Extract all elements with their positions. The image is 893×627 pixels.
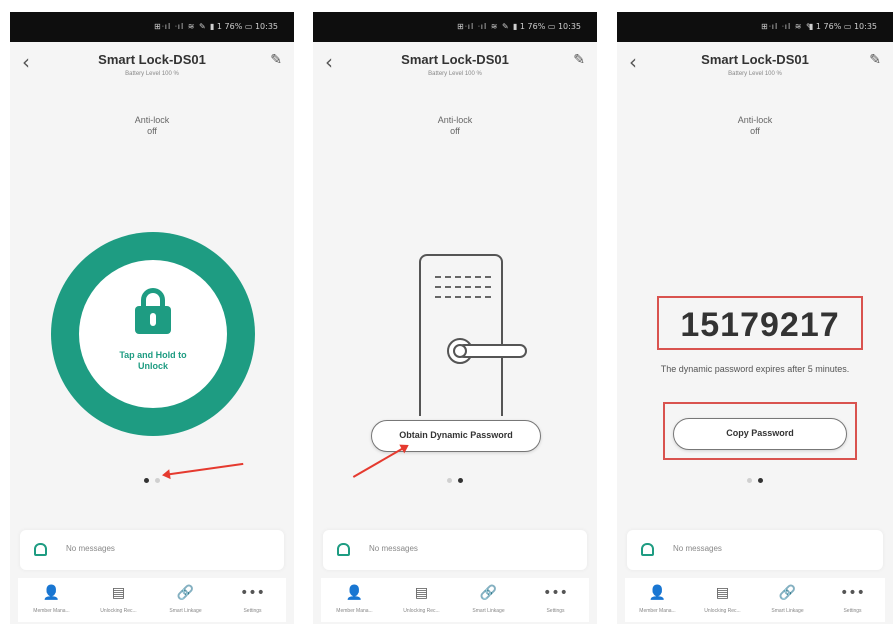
antilock-label: Anti-lock [437, 115, 473, 125]
unlock-button[interactable]: Tap and Hold to Unlock [79, 260, 227, 408]
phone-screen-obtain-password: ⊞ᐧıl ᐧıl ≋ ✎ ▮ 1 76% ▭ 10:35 ‹ Smart Loc… [313, 12, 597, 624]
message-text: No messages [66, 544, 115, 553]
lock-icon [135, 288, 171, 334]
tab-records[interactable]: ▤ Unlocking Rec... [690, 584, 755, 614]
handle-knob [453, 344, 467, 358]
antilock-status: Anti-lock off [313, 115, 597, 137]
page-dot[interactable] [144, 478, 149, 483]
tab-records[interactable]: ▤ Unlocking Rec... [85, 584, 152, 614]
more-icon: ••• [240, 585, 265, 601]
page-indicator[interactable] [313, 470, 597, 488]
header: ‹ Smart Lock-DS01 Battery Level 100 % ✎ [10, 42, 294, 86]
tab-member[interactable]: 👤 Member Mana... [18, 584, 85, 614]
antilock-status: Anti-lock off [10, 115, 294, 137]
message-text: No messages [369, 544, 418, 553]
phone-screen-unlock: ⊞ᐧıl ᐧıl ≋ ✎ ▮ 1 76% ▭ 10:35 ‹ Smart Loc… [10, 12, 294, 624]
battery-level: Battery Level 100 % [125, 71, 179, 77]
tab-settings[interactable]: ••• Settings [522, 584, 589, 614]
unlock-label: Tap and Hold to Unlock [119, 350, 187, 371]
tab-linkage[interactable]: 🔗 Smart Linkage [152, 584, 219, 614]
message-card[interactable]: No messages [323, 530, 587, 570]
antilock-value: off [147, 126, 157, 136]
signal-icon: ⊞ᐧıl ᐧıl ≋ ✎ [457, 22, 510, 31]
battery-level: Battery Level 100 % [428, 71, 482, 77]
link-icon: 🔗 [176, 585, 195, 601]
status-bar: ⊞ᐧıl ᐧıl ≋ ✎ ▮ 1 76% ▭ 10:35 [313, 12, 597, 42]
status-bar: ⊞ᐧıl ᐧıl ≋ ✎ ▮ 1 76% ▭ 10:35 [10, 12, 294, 42]
tab-bar: 👤 Member Mana... ▤ Unlocking Rec... 🔗 Smart… [625, 578, 885, 622]
antilock-label: Anti-lock [737, 115, 773, 125]
bell-icon [641, 543, 654, 556]
more-icon: ••• [543, 585, 568, 601]
signal-icon: ⊞ᐧıl ᐧıl ≋ ✎ [761, 22, 814, 31]
tab-linkage[interactable]: 🔗 Smart Linkage [755, 584, 820, 614]
tab-settings[interactable]: ••• Settings [219, 584, 286, 614]
tab-records[interactable]: ▤ Unlocking Rec... [388, 584, 455, 614]
page-dot[interactable] [747, 478, 752, 483]
page-indicator[interactable] [617, 470, 893, 488]
password-highlight-box: 15179217 [657, 296, 863, 350]
signal-icon: ⊞ᐧıl ᐧıl ≋ ✎ [154, 22, 207, 31]
document-icon: ▤ [715, 585, 730, 601]
battery-icon: ▮ 1 76% ▭ 10:35 [209, 22, 278, 31]
antilock-status: Anti-lock off [617, 115, 893, 137]
page-dot[interactable] [447, 478, 452, 483]
link-icon: 🔗 [778, 585, 797, 601]
edit-icon[interactable]: ✎ [573, 52, 585, 68]
tab-linkage[interactable]: 🔗 Smart Linkage [455, 584, 522, 614]
page-indicator[interactable] [10, 470, 294, 488]
page-title: Smart Lock-DS01 [401, 52, 509, 67]
obtain-dynamic-password-button[interactable]: Obtain Dynamic Password [371, 420, 541, 452]
page-title: Smart Lock-DS01 [98, 52, 206, 67]
door-handle-icon [457, 344, 527, 358]
tab-bar: 👤 Member Mana... ▤ Unlocking Rec... 🔗 Smart… [321, 578, 589, 622]
phone-screen-password-shown: ⊞ᐧıl ᐧıl ≋ ✎ ▮ 1 76% ▭ 10:35 ‹ Smart Loc… [617, 12, 893, 624]
message-card[interactable]: No messages [20, 530, 284, 570]
tab-settings[interactable]: ••• Settings [820, 584, 885, 614]
password-expiry-note: The dynamic password expires after 5 min… [660, 364, 850, 374]
tab-bar: 👤 Member Mana... ▤ Unlocking Rec... 🔗 Smart… [18, 578, 286, 622]
antilock-value: off [750, 126, 760, 136]
dynamic-password: 15179217 [680, 306, 840, 344]
keypad-lines [435, 276, 491, 306]
edit-icon[interactable]: ✎ [869, 52, 881, 68]
edit-icon[interactable]: ✎ [270, 52, 282, 68]
message-text: No messages [673, 544, 722, 553]
bell-icon [34, 543, 47, 556]
message-card[interactable]: No messages [627, 530, 883, 570]
door-illustration [419, 254, 527, 416]
person-icon: 👤 [345, 585, 364, 601]
antilock-value: off [450, 126, 460, 136]
battery-icon: ▮ 1 76% ▭ 10:35 [512, 22, 581, 31]
tab-member[interactable]: 👤 Member Mana... [321, 584, 388, 614]
tab-member[interactable]: 👤 Member Mana... [625, 584, 690, 614]
header: ‹ Smart Lock-DS01 Battery Level 100 % ✎ [313, 42, 597, 86]
document-icon: ▤ [111, 585, 126, 601]
page-dot[interactable] [758, 478, 763, 483]
antilock-label: Anti-lock [134, 115, 170, 125]
document-icon: ▤ [414, 585, 429, 601]
header: ‹ Smart Lock-DS01 Battery Level 100 % ✎ [617, 42, 893, 86]
link-icon: 🔗 [479, 585, 498, 601]
unlock-ring[interactable]: Tap and Hold to Unlock [51, 232, 255, 436]
person-icon: 👤 [42, 585, 61, 601]
bell-icon [337, 543, 350, 556]
page-dot[interactable] [458, 478, 463, 483]
person-icon: 👤 [648, 585, 667, 601]
more-icon: ••• [840, 585, 865, 601]
page-title: Smart Lock-DS01 [701, 52, 809, 67]
battery-level: Battery Level 100 % [728, 71, 782, 77]
battery-icon: ▮ 1 76% ▭ 10:35 [808, 22, 877, 31]
status-bar: ⊞ᐧıl ᐧıl ≋ ✎ ▮ 1 76% ▭ 10:35 [617, 12, 893, 42]
page-dot[interactable] [155, 478, 160, 483]
copy-password-button[interactable]: Copy Password [673, 418, 847, 450]
